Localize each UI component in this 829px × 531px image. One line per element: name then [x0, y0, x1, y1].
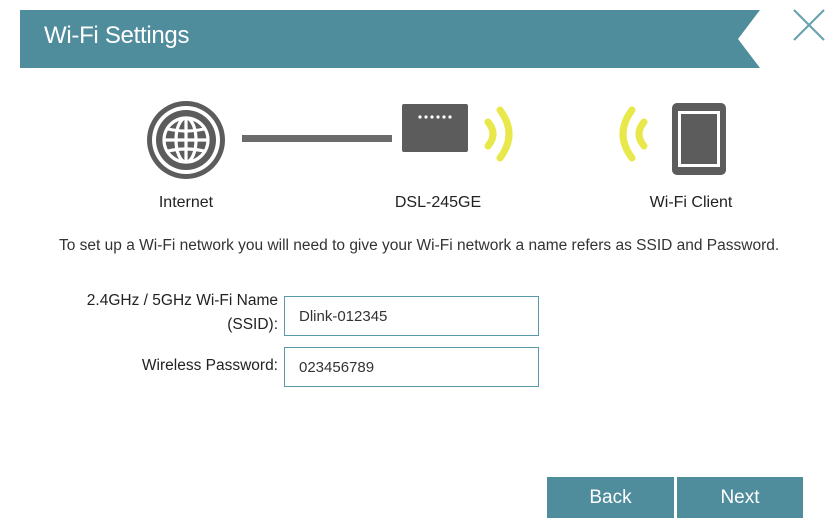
- internet-label: Internet: [158, 194, 214, 211]
- back-button[interactable]: Back: [547, 477, 674, 518]
- router-icon: [402, 104, 468, 152]
- close-button[interactable]: [790, 6, 828, 44]
- ssid-label-line2: (SSID):: [227, 316, 278, 333]
- globe-icon: [147, 101, 225, 179]
- wifi-signal-icon: [619, 106, 648, 162]
- ssid-input[interactable]: [284, 296, 539, 336]
- tablet-icon: [672, 103, 726, 175]
- page-title: Wi-Fi Settings: [44, 22, 190, 49]
- router-label: DSL-245GE: [394, 194, 482, 211]
- password-input[interactable]: [284, 347, 539, 387]
- close-icon: [793, 9, 825, 41]
- ssid-label: 2.4GHz / 5GHz Wi-Fi Name (SSID):: [40, 289, 278, 337]
- wifi-signal-icon: [484, 106, 513, 162]
- intro-text: To set up a Wi-Fi network you will need …: [59, 237, 780, 254]
- client-label: Wi-Fi Client: [649, 194, 733, 211]
- ssid-label-line1: 2.4GHz / 5GHz Wi-Fi Name: [86, 292, 278, 309]
- password-label: Wireless Password:: [141, 357, 278, 374]
- connection-line: [242, 135, 392, 142]
- header-banner: Wi-Fi Settings: [20, 10, 760, 68]
- next-button[interactable]: Next: [677, 477, 803, 518]
